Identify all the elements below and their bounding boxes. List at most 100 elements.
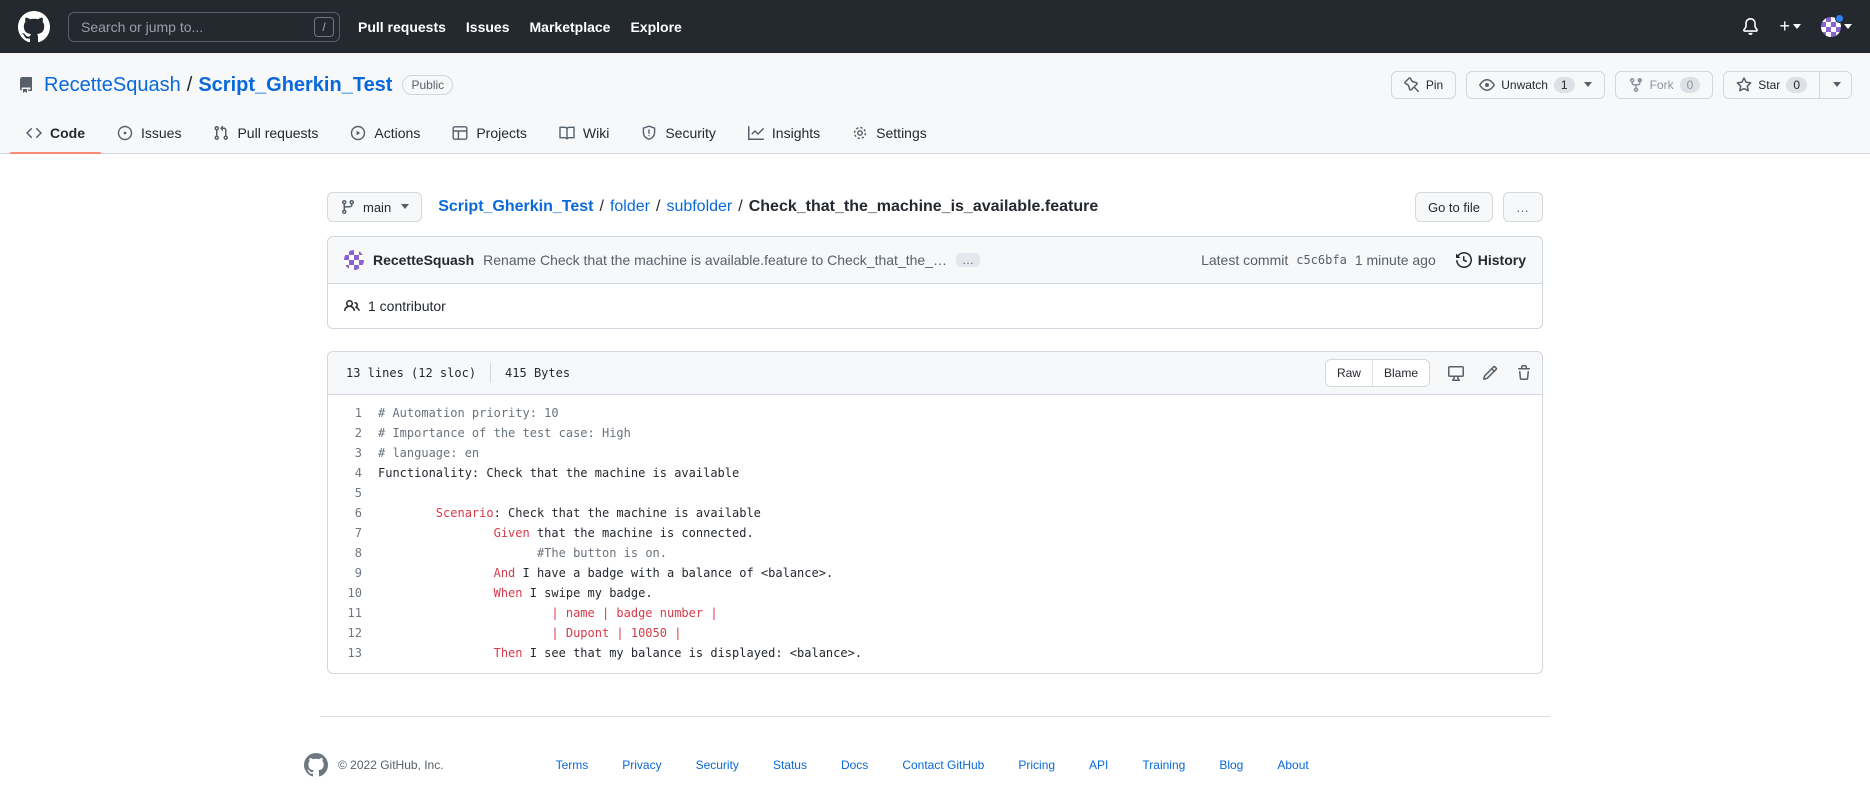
tab-code[interactable]: Code [10,113,101,153]
footer-link[interactable]: Status [773,758,807,772]
watch-count: 1 [1554,77,1575,93]
code-line: 13 Then I see that my balance is display… [328,643,1542,663]
footer-link[interactable]: Terms [556,758,589,772]
visibility-badge: Public [402,75,453,95]
code-line: 7 Given that the machine is connected. [328,523,1542,543]
line-number[interactable]: 1 [328,403,378,423]
footer-link[interactable]: Contact GitHub [902,758,984,772]
code-icon [26,125,42,141]
top-navbar: / Pull requestsIssuesMarketplaceExplore … [0,0,1870,53]
line-number[interactable]: 2 [328,423,378,443]
star-button[interactable]: Star 0 [1723,71,1820,99]
more-options-button[interactable]: … [1503,192,1543,222]
divider [490,363,491,383]
copyright-text: © 2022 GitHub, Inc. [338,758,444,772]
history-clock-icon [1456,252,1472,268]
line-number[interactable]: 7 [328,523,378,543]
commit-expand-button[interactable]: … [956,253,980,267]
title-separator: / [187,74,193,97]
history-button[interactable]: History [1456,252,1526,268]
commit-author-link[interactable]: RecetteSquash [373,252,474,268]
play-icon [350,125,366,141]
navbar-link[interactable]: Pull requests [358,19,446,35]
chevron-down-icon [1584,82,1592,91]
breadcrumb-repo-link[interactable]: Script_Gherkin_Test [438,198,593,216]
create-new-button[interactable]: + [1779,16,1801,37]
branch-name: main [363,200,391,215]
slash-key-hint: / [314,17,334,37]
line-number[interactable]: 8 [328,543,378,563]
tab-security[interactable]: Security [625,113,732,153]
tab-issues[interactable]: Issues [101,113,197,153]
code-line: 3# language: en [328,443,1542,463]
main-content: main Script_Gherkin_Test / folder / subf… [327,192,1543,674]
pin-button[interactable]: Pin [1391,71,1456,99]
user-menu-button[interactable] [1821,17,1852,37]
tab-pull-requests[interactable]: Pull requests [197,113,334,153]
tab-label: Code [50,125,85,141]
tab-settings[interactable]: Settings [836,113,943,153]
chevron-down-icon [1833,82,1841,91]
commit-author-avatar[interactable] [344,250,364,270]
footer-link[interactable]: Docs [841,758,868,772]
trash-icon [1516,365,1532,381]
line-number[interactable]: 6 [328,503,378,523]
people-icon [344,298,360,314]
tab-label: Actions [374,125,420,141]
fork-count: 0 [1680,77,1701,93]
go-to-file-button[interactable]: Go to file [1415,192,1493,222]
tab-insights[interactable]: Insights [732,113,836,153]
footer-link[interactable]: Security [696,758,739,772]
github-footer-logo-icon[interactable] [304,753,328,777]
contributors-link[interactable]: 1 contributor [368,298,446,314]
search-input[interactable] [68,12,340,42]
unwatch-button[interactable]: Unwatch 1 [1466,71,1604,99]
notifications-bell-icon[interactable] [1742,18,1759,35]
open-desktop-button[interactable] [1448,365,1464,381]
breadcrumb-subfolder-link[interactable]: subfolder [666,198,732,216]
tab-label: Pull requests [237,125,318,141]
tab-label: Wiki [583,125,609,141]
repo-title: RecetteSquash / Script_Gherkin_Test [44,74,392,97]
commit-message-link[interactable]: Rename Check that the machine is availab… [483,252,947,268]
footer-link[interactable]: About [1277,758,1308,772]
line-number[interactable]: 5 [328,483,378,503]
pull-request-icon [213,125,229,141]
line-number[interactable]: 4 [328,463,378,483]
star-dropdown-button[interactable] [1820,71,1852,99]
repo-owner-link[interactable]: RecetteSquash [44,74,181,97]
footer-link[interactable]: API [1089,758,1108,772]
footer-link[interactable]: Training [1142,758,1185,772]
edit-file-button[interactable] [1482,365,1498,381]
blame-button[interactable]: Blame [1372,360,1429,386]
plus-icon: + [1779,16,1790,37]
footer-link[interactable]: Pricing [1018,758,1055,772]
tab-projects[interactable]: Projects [436,113,543,153]
github-logo-icon[interactable] [18,11,50,43]
navbar-link[interactable]: Explore [630,19,681,35]
footer-link[interactable]: Privacy [622,758,661,772]
tab-wiki[interactable]: Wiki [543,113,625,153]
navbar-link[interactable]: Marketplace [530,19,611,35]
raw-button[interactable]: Raw [1326,360,1372,386]
breadcrumb-folder-link[interactable]: folder [610,198,650,216]
fork-button[interactable]: Fork 0 [1615,71,1714,99]
line-number[interactable]: 13 [328,643,378,663]
branch-selector-button[interactable]: main [327,192,422,222]
tab-actions[interactable]: Actions [334,113,436,153]
code-text: And I have a badge with a balance of <ba… [378,563,833,583]
line-number[interactable]: 9 [328,563,378,583]
desktop-icon [1448,365,1464,381]
navbar-link[interactable]: Issues [466,19,510,35]
commit-hash-link[interactable]: c5c6bfa [1296,253,1347,267]
repo-name-link[interactable]: Script_Gherkin_Test [198,74,392,97]
line-number[interactable]: 12 [328,623,378,643]
file-box: 13 lines (12 sloc) 415 Bytes Raw Blame [327,351,1543,674]
delete-file-button[interactable] [1516,365,1532,381]
line-number[interactable]: 11 [328,603,378,623]
line-number[interactable]: 3 [328,443,378,463]
footer-link[interactable]: Blog [1219,758,1243,772]
shield-icon [641,125,657,141]
line-number[interactable]: 10 [328,583,378,603]
code-line: 2# Importance of the test case: High [328,423,1542,443]
